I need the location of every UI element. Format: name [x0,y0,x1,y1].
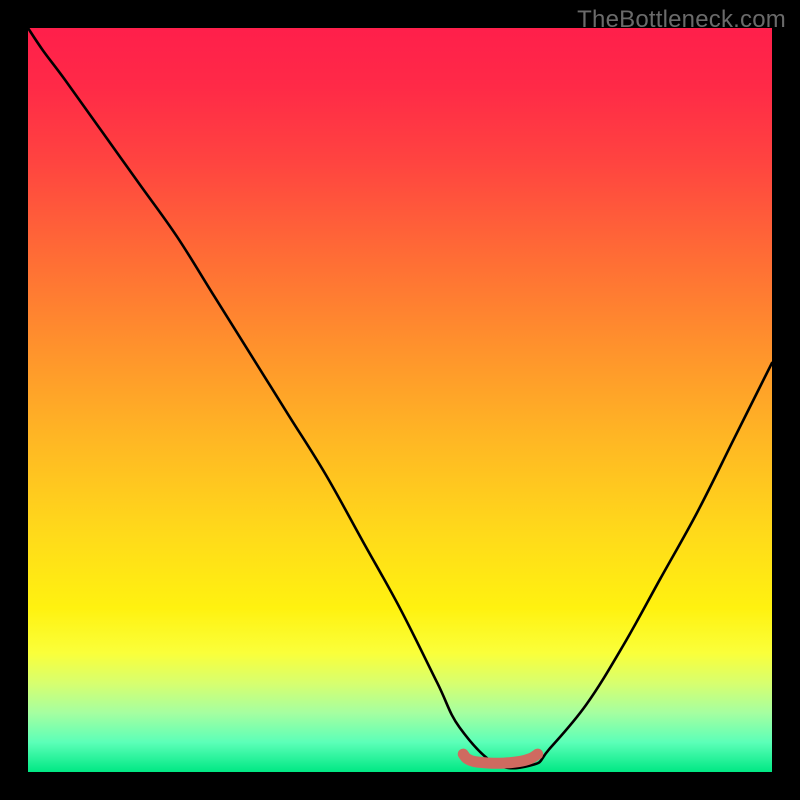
bottleneck-curve [28,28,772,768]
sweet-spot-marker [463,754,537,763]
plot-area [28,28,772,772]
curve-layer [28,28,772,772]
chart-frame: TheBottleneck.com [0,0,800,800]
watermark-text: TheBottleneck.com [577,6,786,34]
